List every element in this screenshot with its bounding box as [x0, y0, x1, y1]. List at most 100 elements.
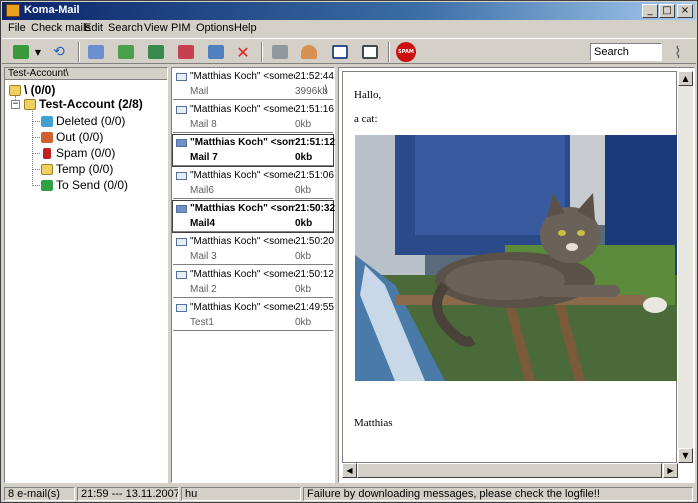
- spam-button[interactable]: SPAM: [395, 42, 417, 62]
- envelope-icon: [176, 271, 187, 279]
- title-bar[interactable]: Koma-Mail _ □ ×: [2, 2, 696, 20]
- delete-icon: ✕: [236, 42, 250, 62]
- close-button[interactable]: ×: [677, 4, 693, 18]
- folder-spam-label: Spam (0/0): [56, 146, 116, 160]
- folder-root[interactable]: \ (0/0): [9, 83, 55, 97]
- tree-connector: [32, 185, 40, 186]
- collapse-toggle[interactable]: −: [11, 100, 20, 109]
- status-mail-count: 8 e-mail(s): [4, 487, 75, 501]
- notes-button[interactable]: [360, 42, 380, 62]
- folder-icon: [41, 163, 53, 175]
- scroll-left-button[interactable]: ◀: [342, 463, 357, 478]
- horizontal-scroll-thumb[interactable]: [357, 463, 662, 478]
- mail-subject: Mail 8: [190, 119, 217, 130]
- spam-can-icon: [43, 147, 51, 159]
- calendar-button[interactable]: [330, 42, 350, 62]
- folder-out-label: Out (0/0): [56, 130, 104, 144]
- mail-from: "Matthias Koch" <someo...: [190, 236, 295, 247]
- mail-list-item[interactable]: "Matthias Koch" <someo... 21:49:55 Test1…: [173, 300, 334, 331]
- folder-temp[interactable]: Temp (0/0): [41, 162, 113, 176]
- mail-time: 21:50:20: [295, 236, 334, 247]
- mail-subject: Mail 7: [190, 152, 218, 163]
- mail-time: 21:52:44: [295, 71, 334, 82]
- download-dropdown[interactable]: ▼: [33, 42, 43, 62]
- mail-subject: Mail 3: [190, 251, 217, 262]
- scroll-right-button[interactable]: ▶: [663, 463, 678, 478]
- reply-button[interactable]: [116, 42, 136, 62]
- menu-edit[interactable]: Edit: [84, 22, 103, 34]
- reply-all-button[interactable]: [146, 42, 166, 62]
- spam-icon: SPAM: [396, 42, 416, 62]
- mail-list-item[interactable]: "Matthias Koch" <som... 21:51:12 Mail 7 …: [172, 134, 336, 167]
- mail-list-item[interactable]: "Matthias Koch" <someo... 21:51:16 Mail …: [173, 102, 334, 133]
- mail-size: 0kb: [295, 251, 312, 262]
- unread-envelope-icon: [176, 139, 187, 147]
- mail-body[interactable]: Hallo, a cat: Matthias: [342, 71, 677, 463]
- delete-button[interactable]: ✕: [233, 42, 253, 62]
- mail-from: "Matthias Koch" <som...: [190, 203, 295, 214]
- menu-help[interactable]: Help: [234, 22, 257, 34]
- mail-time: 21:51:12: [295, 137, 336, 148]
- mail-subject: Mail: [190, 86, 209, 97]
- forward-button[interactable]: [176, 42, 196, 62]
- folder-test-account[interactable]: Test-Account (2/8): [24, 97, 143, 111]
- scroll-up-button[interactable]: ▲: [678, 71, 693, 86]
- send-button[interactable]: [206, 42, 226, 62]
- mail-list-panel: "Matthias Koch" <someo... 21:52:44 Mail …: [171, 67, 335, 483]
- write-mail-icon: [88, 45, 104, 59]
- mail-list-item[interactable]: "Matthias Koch" <someo... 21:52:44 Mail …: [173, 69, 334, 100]
- mail-from: "Matthias Koch" <som...: [190, 137, 295, 148]
- maximize-button[interactable]: □: [659, 4, 675, 18]
- menu-file[interactable]: File: [8, 22, 26, 34]
- mail-subject: Test1: [190, 317, 214, 328]
- menu-options[interactable]: Options: [196, 22, 234, 34]
- mail-list-item[interactable]: "Matthias Koch" <someo... 21:50:20 Mail …: [173, 234, 334, 265]
- download-button[interactable]: [11, 42, 31, 62]
- menu-check-mails[interactable]: Check mails: [31, 22, 91, 34]
- sync-button[interactable]: ⟲: [49, 42, 69, 62]
- folder-out[interactable]: Out (0/0): [41, 130, 103, 144]
- mail-time: 21:51:06: [295, 170, 334, 181]
- mail-size: 0kb: [295, 218, 313, 229]
- folder-to-send[interactable]: To Send (0/0): [41, 178, 128, 192]
- recycle-icon: [41, 115, 53, 127]
- mail-signature: Matthias: [354, 417, 393, 429]
- attachment-icon[interactable]: ⌇: [674, 43, 682, 63]
- cat-photo: [355, 135, 677, 381]
- menu-view[interactable]: View: [144, 22, 168, 34]
- mail-subject: Mail6: [190, 185, 214, 196]
- print-button[interactable]: [270, 42, 290, 62]
- menu-search[interactable]: Search: [108, 22, 143, 34]
- mail-list-item[interactable]: "Matthias Koch" <som... 21:50:32 Mail4 0…: [172, 200, 335, 233]
- mail-time: 21:50:12: [295, 269, 334, 280]
- write-mail-button[interactable]: [86, 42, 106, 62]
- contacts-button[interactable]: [299, 42, 319, 62]
- toolbar-separator: [388, 42, 390, 62]
- account-folder-icon: [24, 98, 36, 110]
- folder-test-account-label: Test-Account (2/8): [39, 97, 143, 111]
- outbox-icon: [41, 131, 53, 143]
- envelope-icon: [176, 73, 187, 81]
- vertical-scrollbar[interactable]: ▲ ▼: [678, 71, 693, 463]
- window-title: Koma-Mail: [24, 4, 80, 16]
- menu-pim[interactable]: PIM: [171, 22, 191, 34]
- folder-spam[interactable]: Spam (0/0): [41, 146, 115, 160]
- dropdown-arrow-icon: ▼: [34, 47, 42, 57]
- mail-preview-panel: Hallo, a cat: Matthias ▲ ▼ ◀ ▶: [338, 67, 695, 483]
- send-icon: [208, 45, 224, 59]
- koma-mail-app-icon: [6, 4, 20, 17]
- folder-root-label: \ (0/0): [24, 83, 56, 97]
- horizontal-scrollbar[interactable]: ◀ ▶: [342, 463, 678, 478]
- folder-deleted[interactable]: Deleted (0/0): [41, 114, 125, 128]
- mail-time: 21:51:16: [295, 104, 334, 115]
- mail-time: 21:49:55: [295, 302, 334, 313]
- unread-envelope-icon: [176, 205, 187, 213]
- mail-list-item[interactable]: "Matthias Koch" <someo... 21:50:12 Mail …: [173, 267, 334, 298]
- mail-greeting: Hallo,: [354, 89, 382, 101]
- scroll-down-button[interactable]: ▼: [678, 448, 693, 463]
- envelope-icon: [176, 304, 187, 312]
- mail-size: 0kb: [295, 317, 312, 328]
- minimize-button[interactable]: _: [642, 4, 658, 18]
- mail-list-item[interactable]: "Matthias Koch" <someo... 21:51:06 Mail6…: [173, 168, 334, 199]
- search-input[interactable]: [590, 43, 662, 61]
